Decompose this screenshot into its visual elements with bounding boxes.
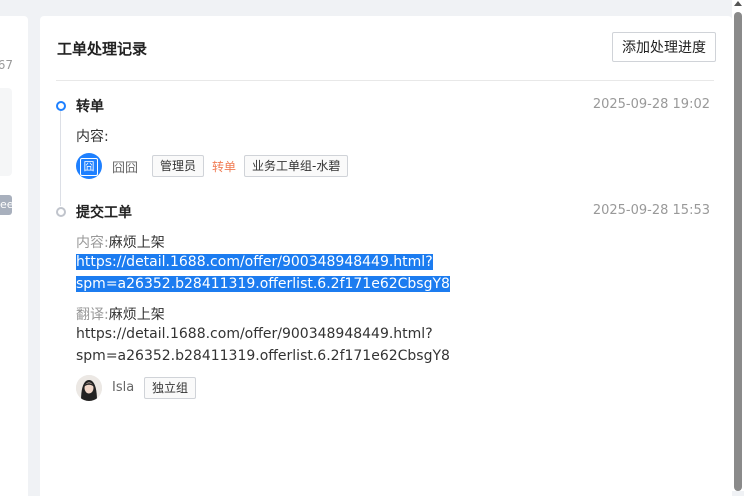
scroll-up-arrow-icon[interactable]: [734, 1, 742, 6]
left-panel: 67 ee: [0, 16, 28, 496]
event-time: 2025-09-28 19:02: [592, 97, 710, 112]
translation-value: 麻烦上架: [108, 307, 165, 323]
event-translation: 翻译:麻烦上架: [76, 304, 165, 324]
event-content: 内容:麻烦上架: [76, 232, 165, 252]
timeline-line: [60, 111, 61, 206]
event-title: 提交工单: [76, 205, 132, 221]
content-label: 内容:: [76, 235, 109, 251]
role-tag: 管理员: [152, 155, 205, 177]
translation-label: 翻译:: [76, 307, 109, 323]
left-panel-box: [0, 88, 12, 176]
user-name: Isla: [112, 380, 135, 395]
group-tag: 独立组: [144, 377, 197, 399]
divider: [56, 80, 714, 81]
translation-url-line-2: spm=a26352.b28411319.offerlist.6.2f171e6…: [76, 348, 450, 364]
user-name: 囧囧: [112, 161, 139, 176]
content-url-line-2: spm=a26352.b28411319.offerlist.6.2f171e6…: [76, 276, 450, 292]
scrollbar-thumb[interactable]: [734, 12, 742, 491]
avatar: 囧: [76, 153, 102, 179]
selected-url-text[interactable]: https://detail.1688.com/offer/9003489484…: [76, 254, 433, 270]
event-time: 2025-09-28 15:53: [592, 203, 710, 218]
avatar-char: 囧: [80, 158, 98, 176]
translation-url-line-1: https://detail.1688.com/offer/9003489484…: [76, 326, 433, 342]
action-text: 转单: [212, 160, 237, 174]
content-url-line-1: https://detail.1688.com/offer/9003489484…: [76, 254, 433, 270]
add-progress-button[interactable]: 添加处理进度: [612, 32, 716, 62]
card-title: 工单处理记录: [57, 40, 148, 58]
ticket-record-card: 工单处理记录 添加处理进度 转单 2025-09-28 19:02 内容: 囧 …: [40, 16, 732, 496]
timeline-dot-active: [56, 101, 66, 111]
timeline-dot: [56, 207, 66, 217]
event-content-label: 内容:: [76, 129, 109, 145]
left-panel-badge: ee: [0, 195, 12, 215]
content-value: 麻烦上架: [108, 235, 165, 251]
event-title: 转单: [76, 99, 104, 115]
selected-url-text[interactable]: spm=a26352.b28411319.offerlist.6.2f171e6…: [76, 276, 450, 292]
left-panel-number: 67: [0, 58, 13, 72]
avatar: [76, 375, 102, 401]
group-tag: 业务工单组-水碧: [244, 155, 349, 177]
